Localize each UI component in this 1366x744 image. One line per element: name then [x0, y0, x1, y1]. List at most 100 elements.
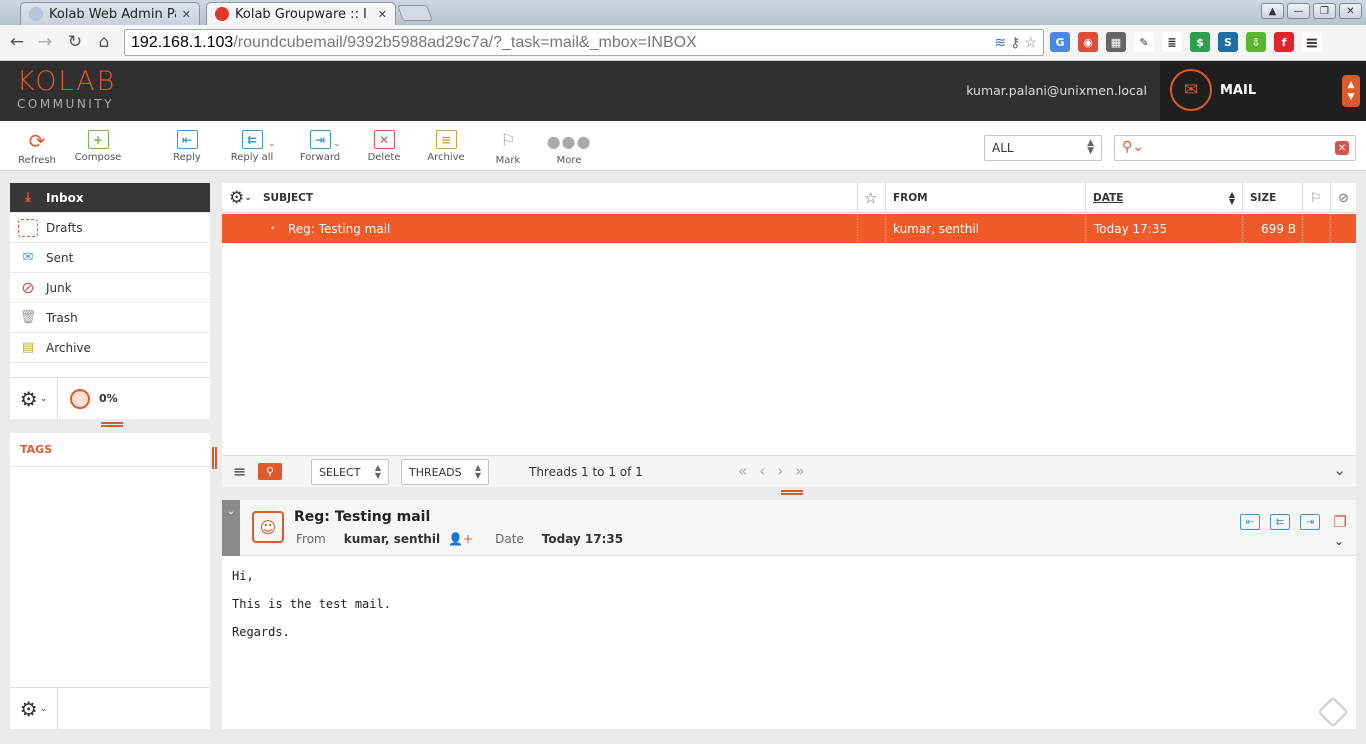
last-page-icon[interactable]: » [795, 462, 804, 480]
kolab-logo[interactable]: KOLAB COMMUNITY [17, 68, 116, 111]
preview-meta: From kumar, senthil 👤+ Date Today 17:35 [296, 532, 624, 546]
folder-junk[interactable]: ⊘ Junk [10, 273, 210, 303]
column-from[interactable]: FROM [885, 183, 928, 213]
stack-extension-icon[interactable]: ≣ [1162, 32, 1182, 52]
collapse-header-icon[interactable]: ⌄ [222, 500, 240, 556]
column-attachment-icon[interactable]: ⊘ [1330, 183, 1356, 213]
new-tab-button[interactable] [397, 5, 433, 21]
open-new-window-icon[interactable]: ❐ [1330, 513, 1350, 531]
key-icon[interactable]: ⚷ [1010, 34, 1020, 51]
row-star-cell[interactable] [857, 214, 885, 243]
add-contact-icon[interactable]: 👤+ [448, 532, 473, 546]
browser-tab-admin[interactable]: Kolab Web Admin Pa ✕ [20, 2, 200, 25]
row-flag-cell[interactable] [1302, 214, 1330, 243]
sent-icon: ✉ [22, 250, 34, 265]
profile-button[interactable]: ▲ [1261, 3, 1284, 19]
preview-subject: Reg: Testing mail [294, 509, 431, 525]
next-page-icon[interactable]: › [777, 462, 783, 480]
compose-plus-icon: + [87, 130, 109, 149]
chevron-down-icon[interactable]: ⌄ [1333, 461, 1346, 479]
filter-select[interactable]: ALL ▲ ▼ [984, 135, 1102, 161]
folder-archive[interactable]: ▤ Archive [10, 333, 210, 363]
first-page-icon[interactable]: « [738, 462, 747, 480]
forward-dropdown-icon[interactable]: ⌄ [333, 139, 341, 149]
preview-reply-icon[interactable]: ⇤ [1240, 514, 1260, 530]
reload-icon[interactable]: ↻ [64, 32, 86, 52]
search-icon[interactable]: ⚲⌄ [1122, 139, 1144, 155]
chrome-menu-icon[interactable]: ≡ [1302, 32, 1322, 52]
grid-extension-icon[interactable]: ▦ [1106, 32, 1126, 52]
reset-search-icon[interactable]: ✕ [1335, 141, 1349, 155]
flipboard-extension-icon[interactable]: f [1274, 32, 1294, 52]
select-arrows-icon: ▲ ▼ [374, 463, 381, 480]
refresh-button[interactable]: ⟳ Refresh [7, 129, 67, 166]
column-flag-star-icon[interactable]: ☆ [857, 183, 885, 213]
forward-icon[interactable]: → [34, 32, 56, 52]
bookmark-star-icon[interactable]: ☆ [1024, 34, 1037, 51]
column-date[interactable]: DATE ▲ ▼ [1085, 183, 1242, 213]
threads-dropdown[interactable]: THREADS ▲ ▼ [401, 459, 489, 485]
more-button[interactable]: ●●● More [539, 130, 599, 167]
table-row[interactable]: • Reg: Testing mail kumar, senthil Today… [222, 214, 1356, 243]
download-extension-icon[interactable]: ⇩ [1246, 32, 1266, 52]
s-extension-icon[interactable]: S [1218, 32, 1238, 52]
user-name[interactable]: kumar.palani@unixmen.local [966, 83, 1147, 98]
folder-drafts[interactable]: Drafts [10, 213, 210, 243]
search-input[interactable]: ⚲⌄ ✕ [1114, 135, 1356, 161]
folder-splitter[interactable] [101, 422, 123, 427]
reply-icon: ⇤ [176, 130, 198, 149]
column-size[interactable]: SIZE [1242, 183, 1276, 213]
module-switcher[interactable]: ✉ MAIL ▲ ▼ [1160, 61, 1366, 121]
message-list: ⚙ ⌄ SUBJECT ☆ FROM DATE ▲ ▼ SIZE ⚐ ⊘ • Reg… [222, 183, 1356, 487]
preview-splitter[interactable] [781, 490, 803, 495]
chrome-extension-icon[interactable]: ◉ [1078, 32, 1098, 52]
list-options-gear-icon[interactable]: ⚙ ⌄ [222, 183, 252, 213]
compose-button[interactable]: + Compose [68, 130, 128, 163]
close-icon[interactable]: ✕ [182, 8, 191, 21]
sort-arrows-icon: ▲ ▼ [1228, 190, 1235, 206]
module-updown-icon[interactable]: ▲ ▼ [1342, 75, 1360, 107]
forward-button[interactable]: ⇥ Forward [290, 130, 350, 163]
delete-x-icon: ✕ [373, 130, 395, 149]
home-icon[interactable]: ⌂ [93, 32, 115, 52]
mail-envelope-icon: ✉ [1170, 69, 1212, 111]
folder-trash[interactable]: 🗑 Trash [10, 303, 210, 333]
reply-all-dropdown-icon[interactable]: ⌄ [268, 139, 276, 149]
address-bar[interactable]: 192.168.1.103/roundcubemail/9392b5988ad2… [124, 29, 1044, 56]
list-menu-icon[interactable]: ≡ [233, 462, 246, 481]
refresh-icon: ⟳ [28, 129, 46, 153]
threads-toggle-icon[interactable]: ⚲ [258, 463, 282, 480]
back-icon[interactable]: ← [6, 32, 28, 52]
evernote-extension-icon[interactable]: $ [1190, 32, 1210, 52]
archive-button[interactable]: ≡ Archive [416, 130, 476, 163]
previous-page-icon[interactable]: ‹ [759, 462, 765, 480]
preview-forward-icon[interactable]: ⇥ [1300, 514, 1320, 530]
close-icon[interactable]: ✕ [378, 8, 387, 21]
sender-name[interactable]: kumar, senthil [344, 532, 440, 546]
tab-label: Kolab Web Admin Pa [49, 6, 176, 22]
folder-sent[interactable]: ✉ Sent [10, 243, 210, 273]
close-window-button[interactable]: ✕ [1339, 3, 1362, 19]
select-dropdown[interactable]: SELECT ▲ ▼ [311, 459, 389, 485]
message-body: Hi, This is the test mail. Regards. [232, 569, 391, 639]
folder-inbox[interactable]: ⤓ Inbox [10, 183, 210, 213]
tags-gear-icon[interactable]: ⚙ ⌄ [10, 688, 58, 730]
mark-button[interactable]: ⚐ Mark [478, 130, 538, 166]
column-flag-icon[interactable]: ⚐ [1302, 183, 1330, 213]
menu-lines-icon[interactable]: ≋ [994, 34, 1006, 51]
mark-flag-icon: ⚐ [500, 131, 516, 151]
sidebar-splitter[interactable] [212, 447, 217, 469]
maximize-button[interactable]: ❐ [1313, 3, 1336, 19]
delete-button[interactable]: ✕ Delete [354, 130, 414, 163]
tags-panel: TAGS [10, 433, 210, 687]
header-expand-chevron-icon[interactable]: ⌄ [1334, 534, 1344, 548]
column-subject[interactable]: SUBJECT [256, 183, 313, 213]
minimize-button[interactable]: — [1287, 3, 1310, 19]
wrench-extension-icon[interactable]: ✎ [1134, 32, 1154, 52]
quota-text: 0% [99, 392, 118, 405]
folder-gear-icon[interactable]: ⚙ ⌄ [10, 378, 58, 420]
reply-button[interactable]: ⇤ Reply [157, 130, 217, 163]
browser-tab-groupware[interactable]: Kolab Groupware :: I ✕ [206, 2, 396, 25]
preview-reply-all-icon[interactable]: ⇇ [1270, 514, 1290, 530]
translate-extension-icon[interactable]: G [1050, 32, 1070, 52]
